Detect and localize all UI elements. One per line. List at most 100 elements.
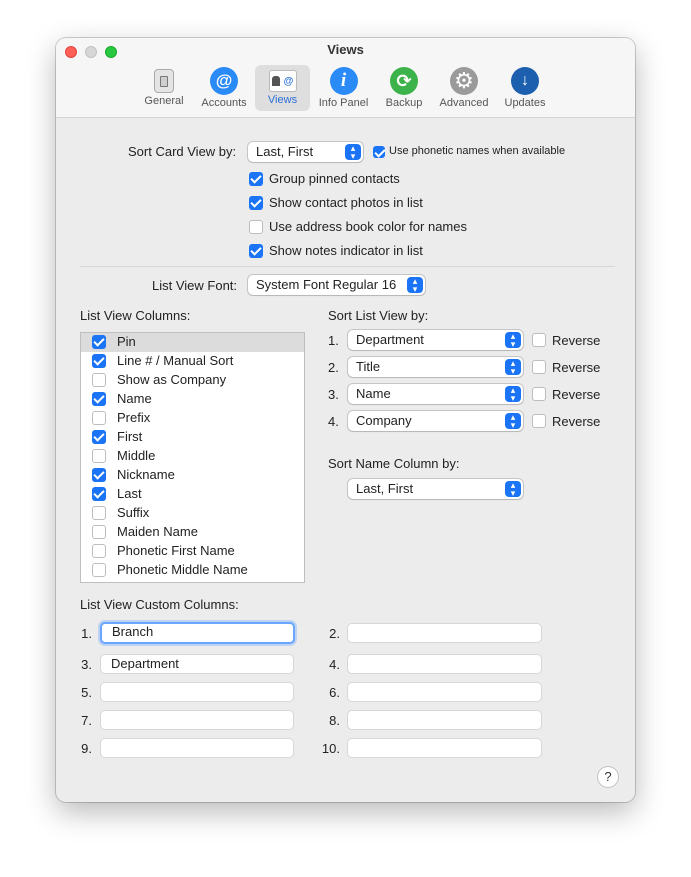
column-checkbox[interactable]	[92, 544, 106, 558]
list-item-label: Name	[117, 391, 152, 406]
tab-label: Advanced	[439, 97, 489, 109]
list-view-columns-label: List View Columns:	[80, 308, 191, 323]
preferences-window: Views General @ Accounts @ Views i Info …	[56, 38, 635, 802]
column-checkbox[interactable]	[92, 525, 106, 539]
at-icon: @	[210, 67, 238, 95]
list-item-label: Nickname	[117, 467, 175, 482]
custom-column-field-5[interactable]	[100, 682, 294, 702]
backup-icon: ⟳	[390, 67, 418, 95]
custom-column-field-10[interactable]	[347, 738, 542, 758]
sort-list-popup-3[interactable]: Name ▴ ▾	[348, 384, 523, 404]
divider	[80, 266, 615, 267]
custom-column-field-2[interactable]	[347, 623, 542, 643]
sort-list-popup-4[interactable]: Company ▴ ▾	[348, 411, 523, 431]
list-view-columns-list[interactable]: Pin Line # / Manual Sort Show as Company…	[80, 332, 305, 583]
column-checkbox[interactable]	[92, 449, 106, 463]
list-view-font-popup[interactable]: System Font Regular 16 ▴ ▾	[248, 275, 425, 295]
custom-column-field-9[interactable]	[100, 738, 294, 758]
reverse-checkbox-3[interactable]	[532, 387, 546, 401]
column-checkbox[interactable]	[92, 392, 106, 406]
reverse-label: Reverse	[552, 414, 601, 429]
tab-views[interactable]: @ Views	[255, 65, 310, 111]
sort-name-column-label: Sort Name Column by:	[328, 456, 460, 471]
notes-indicator-checkbox[interactable]	[249, 244, 263, 258]
list-item-label: Show as Company	[117, 372, 227, 387]
group-pinned-checkbox[interactable]	[249, 172, 263, 186]
list-item[interactable]: Nickname	[81, 466, 304, 485]
custom-column-field-6[interactable]	[347, 682, 542, 702]
phonetic-names-checkbox[interactable]	[373, 146, 385, 158]
list-item[interactable]: Show as Company	[81, 371, 304, 390]
tab-label: Info Panel	[318, 97, 369, 109]
sort-row-number: 3.	[328, 387, 339, 402]
address-book-color-checkbox[interactable]	[249, 220, 263, 234]
sort-card-view-popup[interactable]: Last, First ▴ ▾	[248, 142, 363, 162]
sort-list-popup-2[interactable]: Title ▴ ▾	[348, 357, 523, 377]
tab-advanced[interactable]: ⚙ Advanced	[436, 65, 492, 111]
custom-column-field-8[interactable]	[347, 710, 542, 730]
column-checkbox[interactable]	[92, 563, 106, 577]
tab-accounts[interactable]: @ Accounts	[197, 65, 251, 111]
tab-label: Accounts	[201, 97, 247, 109]
popup-value: Company	[356, 413, 412, 428]
list-item[interactable]: Maiden Name	[81, 523, 304, 542]
group-pinned-label: Group pinned contacts	[269, 171, 400, 186]
custom-column-field-4[interactable]	[347, 654, 542, 674]
list-item[interactable]: Suffix	[81, 504, 304, 523]
tab-general[interactable]: General	[142, 65, 186, 111]
list-item-label: Suffix	[117, 505, 150, 520]
column-checkbox[interactable]	[92, 354, 106, 368]
list-item[interactable]: Name	[81, 390, 304, 409]
switch-icon	[154, 69, 174, 93]
list-item[interactable]: Prefix	[81, 409, 304, 428]
help-button[interactable]: ?	[598, 767, 618, 787]
list-item[interactable]: Pin	[81, 333, 304, 352]
info-icon: i	[329, 67, 358, 95]
custom-columns-label: List View Custom Columns:	[80, 597, 239, 612]
list-item[interactable]: Line # / Manual Sort	[81, 352, 304, 371]
column-checkbox[interactable]	[92, 430, 106, 444]
custom-column-field-1[interactable]: Branch	[100, 622, 295, 644]
list-item-label: Phonetic First Name	[117, 543, 235, 558]
reverse-label: Reverse	[552, 333, 601, 348]
sort-row-number: 4.	[328, 414, 339, 429]
tab-updates[interactable]: ↓ Updates	[501, 65, 549, 111]
column-checkbox[interactable]	[92, 335, 106, 349]
custom-column-field-3[interactable]: Department	[100, 654, 294, 674]
custom-field-number: 2.	[329, 626, 340, 641]
chevron-updown-icon: ▴ ▾	[407, 277, 423, 294]
reverse-checkbox-4[interactable]	[532, 414, 546, 428]
tab-backup[interactable]: ⟳ Backup	[381, 65, 427, 111]
show-photos-label: Show contact photos in list	[269, 195, 423, 210]
column-checkbox[interactable]	[92, 487, 106, 501]
tab-info-panel[interactable]: i Info Panel	[315, 65, 372, 111]
custom-field-number: 1.	[81, 626, 92, 641]
list-item[interactable]: First	[81, 428, 304, 447]
popup-value: Title	[356, 359, 381, 374]
sort-row-number: 1.	[328, 333, 339, 348]
list-item[interactable]: Phonetic Middle Name	[81, 561, 304, 580]
column-checkbox[interactable]	[92, 411, 106, 425]
custom-column-field-7[interactable]	[100, 710, 294, 730]
sort-name-column-popup[interactable]: Last, First ▴ ▾	[348, 479, 523, 499]
column-checkbox[interactable]	[92, 468, 106, 482]
phonetic-names-label: Use phonetic names when available	[389, 145, 566, 157]
list-item[interactable]: Last	[81, 485, 304, 504]
reverse-checkbox-2[interactable]	[532, 360, 546, 374]
contact-card-icon: @	[268, 70, 297, 92]
column-checkbox[interactable]	[92, 506, 106, 520]
list-item[interactable]: Middle	[81, 447, 304, 466]
sort-list-popup-1[interactable]: Department ▴ ▾	[348, 330, 523, 350]
list-item-label: Maiden Name	[117, 524, 198, 539]
reverse-checkbox-1[interactable]	[532, 333, 546, 347]
custom-field-number: 6.	[329, 685, 340, 700]
custom-field-number: 3.	[81, 657, 92, 672]
reverse-label: Reverse	[552, 387, 601, 402]
list-item-label: Pin	[117, 334, 136, 349]
tab-label: General	[144, 95, 184, 107]
custom-field-number: 10.	[321, 741, 340, 756]
list-item[interactable]: Phonetic First Name	[81, 542, 304, 561]
list-item-label: Line # / Manual Sort	[117, 353, 234, 368]
column-checkbox[interactable]	[92, 373, 106, 387]
show-photos-checkbox[interactable]	[249, 196, 263, 210]
